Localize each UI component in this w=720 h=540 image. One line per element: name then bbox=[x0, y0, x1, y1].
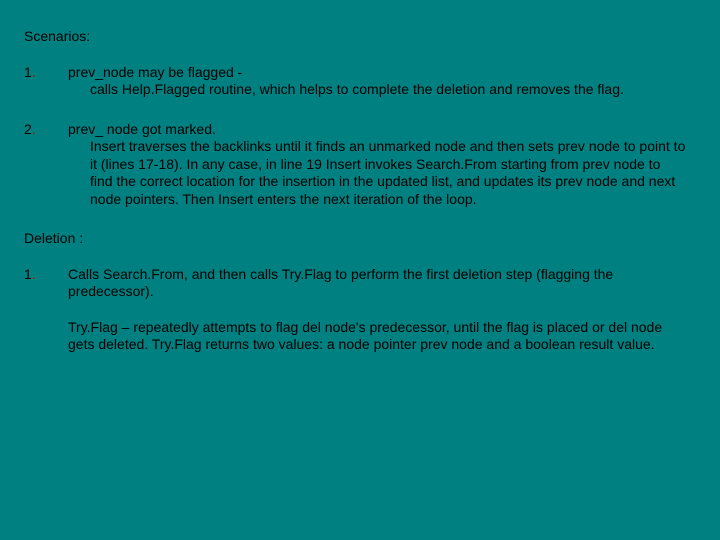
scenario-2-number: 2. bbox=[24, 121, 68, 209]
period-icon: . bbox=[32, 64, 36, 80]
deletion-heading: Deletion : bbox=[24, 230, 696, 248]
num-digit: 2 bbox=[24, 121, 32, 137]
deletion-1-p2: Try.Flag – repeatedly attempts to flag d… bbox=[68, 319, 686, 354]
scenario-2-body: prev_ node got marked. Insert traverses … bbox=[68, 121, 696, 209]
deletion-1: 1. Calls Search.From, and then calls Try… bbox=[24, 266, 696, 354]
scenario-1-lead: prev_node may be flagged - bbox=[68, 64, 686, 82]
scenario-1-number: 1. bbox=[24, 64, 68, 99]
deletion-1-number: 1. bbox=[24, 266, 68, 354]
scenario-1: 1. prev_node may be flagged - calls Help… bbox=[24, 64, 696, 99]
period-icon: . bbox=[32, 266, 36, 282]
deletion-1-body: Calls Search.From, and then calls Try.Fl… bbox=[68, 266, 696, 354]
deletion-1-p1: Calls Search.From, and then calls Try.Fl… bbox=[68, 266, 686, 301]
period-icon: . bbox=[32, 121, 36, 137]
scenarios-heading: Scenarios: bbox=[24, 28, 696, 46]
scenario-1-text: calls Help.Flagged routine, which helps … bbox=[68, 81, 686, 99]
num-digit: 1 bbox=[24, 266, 32, 282]
scenario-2-text: Insert traverses the backlinks until it … bbox=[68, 138, 686, 208]
scenario-2-lead: prev_ node got marked. bbox=[68, 121, 686, 139]
scenario-1-body: prev_node may be flagged - calls Help.Fl… bbox=[68, 64, 696, 99]
num-digit: 1 bbox=[24, 64, 32, 80]
scenario-2: 2. prev_ node got marked. Insert travers… bbox=[24, 121, 696, 209]
